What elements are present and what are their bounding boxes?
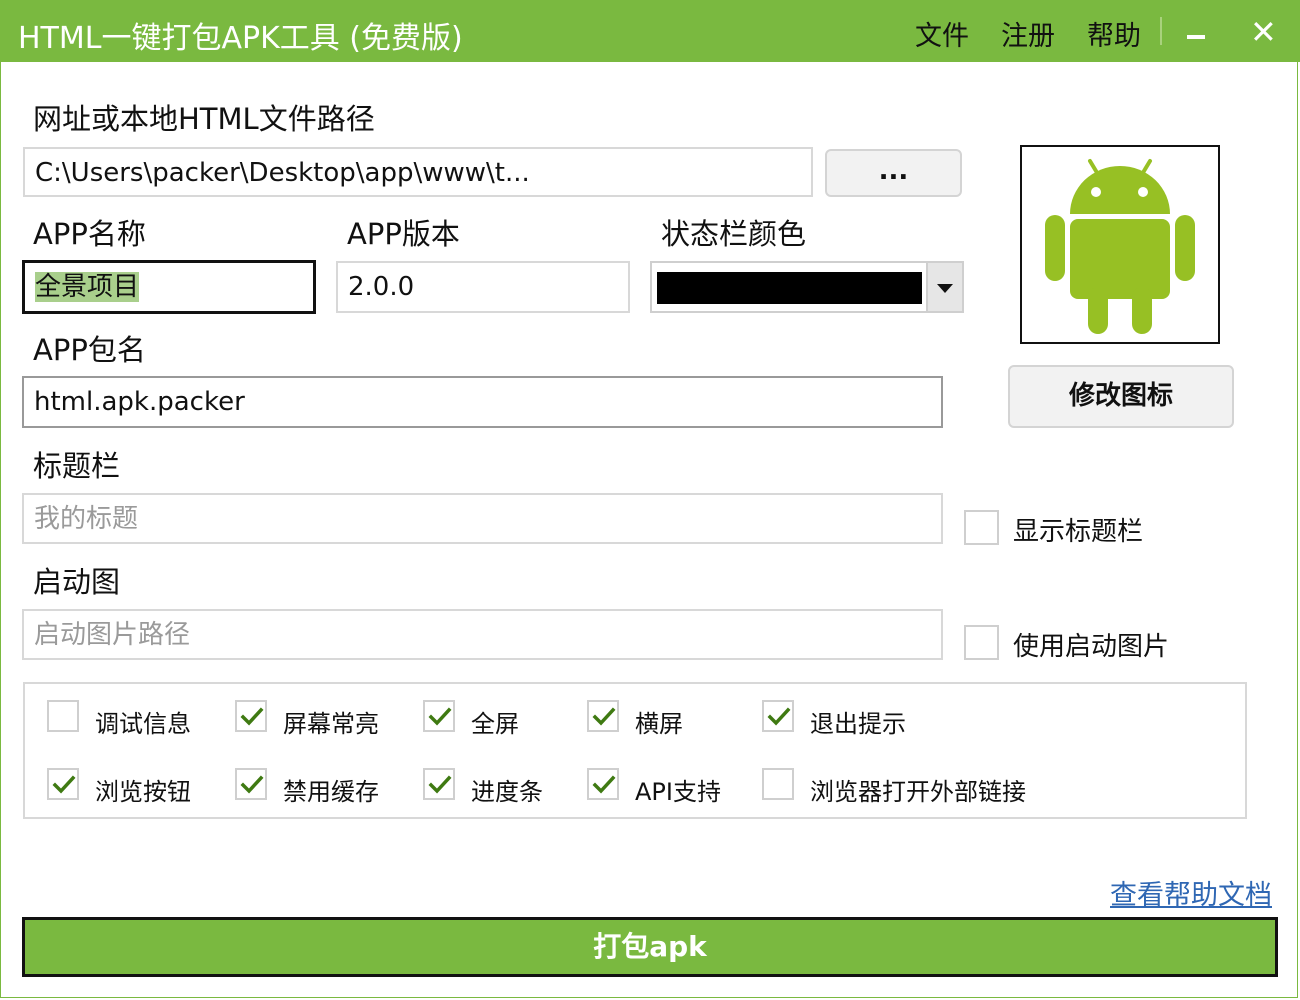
chevron-down-icon[interactable] [926,263,962,311]
checkmark-icon [240,775,264,794]
use-splash-label: 使用启动图片 [1013,632,1170,662]
checkmark-icon [592,775,616,794]
checkmark-icon [767,707,791,726]
option-progress-bar-checkbox[interactable] [423,768,455,800]
status-bar-color-select[interactable] [650,261,964,313]
android-robot-icon [1045,159,1195,334]
option-debug-label: 调试信息 [95,710,191,738]
checkmark-icon [240,707,264,726]
build-apk-button[interactable]: 打包apk [22,917,1278,977]
app-name-input[interactable]: 全景项目 [22,260,316,314]
browse-button[interactable]: ... [825,149,962,197]
app-version-input[interactable]: 2.0.0 [336,261,630,313]
option-disable-cache-label: 禁用缓存 [283,778,379,806]
menu-help[interactable]: 帮助 [1087,14,1141,53]
option-exit-prompt-checkbox[interactable] [762,700,794,732]
title-bar: HTML一键打包APK工具 (免费版) 文件 注册 帮助 ✕ [0,0,1300,62]
option-landscape-checkbox[interactable] [587,700,619,732]
app-title: HTML一键打包APK工具 (免费版) [18,21,463,56]
path-label: 网址或本地HTML文件路径 [33,102,375,136]
option-landscape-label: 横屏 [635,710,683,738]
help-docs-link[interactable]: 查看帮助文档 [1110,873,1272,912]
package-name-label: APP包名 [33,333,146,367]
app-icon-preview [1020,145,1220,344]
option-exit-prompt-label: 退出提示 [810,710,906,738]
titlebar-separator [1160,17,1162,45]
option-api-support-checkbox[interactable] [587,768,619,800]
status-bar-color-label: 状态栏颜色 [661,217,807,251]
show-title-bar-label: 显示标题栏 [1013,517,1144,547]
option-progress-bar-label: 进度条 [471,778,543,806]
option-keep-screen-on-label: 屏幕常亮 [283,710,379,738]
change-icon-button[interactable]: 修改图标 [1008,365,1234,428]
menu-register[interactable]: 注册 [1001,14,1055,53]
close-icon[interactable]: ✕ [1250,12,1277,52]
option-browse-button-label: 浏览按钮 [95,778,191,806]
app-name-value: 全景项目 [35,272,140,302]
title-bar-label: 标题栏 [33,449,121,483]
checkmark-icon [428,707,452,726]
minimize-icon[interactable] [1187,35,1205,39]
package-name-input[interactable]: html.apk.packer [22,376,943,428]
option-fullscreen-checkbox[interactable] [423,700,455,732]
option-fullscreen-label: 全屏 [471,710,519,738]
option-disable-cache-checkbox[interactable] [235,768,267,800]
option-browse-button-checkbox[interactable] [47,768,79,800]
splash-path-input[interactable]: 启动图片路径 [22,609,943,660]
option-external-links-label: 浏览器打开外部链接 [810,778,1026,806]
app-name-label: APP名称 [33,217,146,251]
use-splash-checkbox[interactable] [964,625,999,660]
option-api-support-label: API支持 [635,778,721,806]
color-swatch [657,272,922,304]
checkmark-icon [52,775,76,794]
menu-file[interactable]: 文件 [915,14,969,53]
app-version-label: APP版本 [347,217,460,251]
checkmark-icon [592,707,616,726]
checkmark-icon [428,775,452,794]
option-keep-screen-on-checkbox[interactable] [235,700,267,732]
path-input[interactable]: C:\Users\packer\Desktop\app\www\t... [23,147,813,197]
show-title-bar-checkbox[interactable] [964,510,999,545]
title-bar-input[interactable]: 我的标题 [22,493,943,544]
splash-label: 启动图 [33,565,121,599]
option-external-links-checkbox[interactable] [762,768,794,800]
option-debug-checkbox[interactable] [47,700,79,732]
